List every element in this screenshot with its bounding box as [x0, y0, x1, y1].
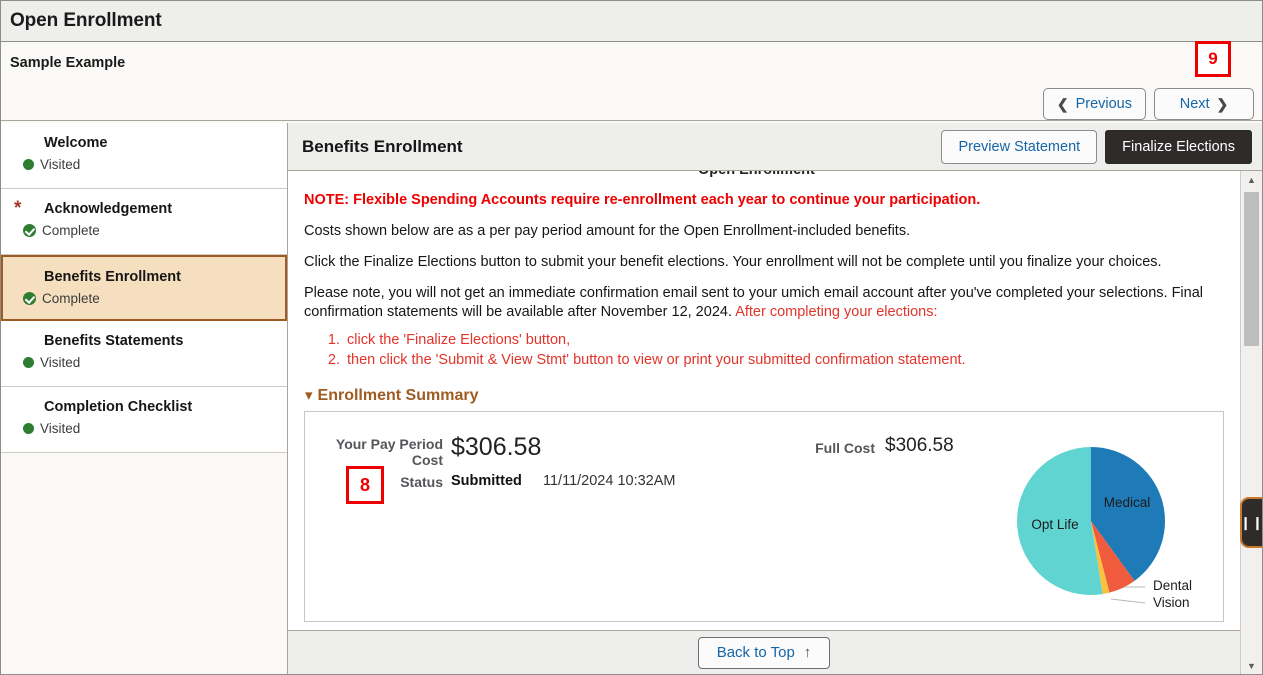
sidebar-item-status: Complete	[23, 223, 277, 238]
annotation-marker-9: 9	[1195, 41, 1231, 77]
check-circle-icon	[23, 224, 36, 237]
chevron-left-icon: ❮	[1056, 95, 1069, 112]
sidebar-item-label: Acknowledgement	[44, 201, 173, 217]
panel-collapse-handle[interactable]: ❙❙	[1240, 497, 1262, 548]
arrow-up-icon: ↑	[803, 644, 812, 661]
full-cost-value: $306.58	[885, 435, 954, 456]
clipped-text: Open Enrollment	[698, 171, 815, 178]
wizard-nav-buttons: ❮ Previous Next ❯	[1042, 88, 1254, 120]
back-to-top-label: Back to Top	[716, 644, 795, 661]
dot-icon	[23, 423, 34, 434]
previous-button-label: Previous	[1075, 96, 1132, 112]
confirmation-text-red: After completing your elections:	[735, 304, 938, 320]
required-asterisk-icon: *	[14, 198, 22, 219]
main-panel: Benefits Enrollment Preview Statement Fi…	[288, 123, 1262, 674]
main-panel-header: Benefits Enrollment Preview Statement Fi…	[288, 123, 1262, 171]
sidebar-item-status-label: Visited	[40, 355, 81, 370]
sidebar-item-label: Benefits Enrollment	[44, 269, 181, 285]
costs-paragraph: Costs shown below are as a per pay perio…	[304, 223, 911, 239]
main-panel-footer: Back to Top ↑	[288, 630, 1240, 674]
back-to-top-button[interactable]: Back to Top ↑	[697, 636, 831, 669]
sidebar-item-status: Complete	[23, 291, 275, 306]
sidebar-item-welcome[interactable]: Welcome Visited	[1, 123, 287, 189]
sidebar-item-acknowledgement[interactable]: * Acknowledgement Complete	[1, 189, 287, 255]
sidebar-item-status: Visited	[23, 355, 277, 370]
scrollbar-thumb[interactable]	[1244, 192, 1259, 346]
pie-label-dental: Dental	[1153, 578, 1192, 593]
sidebar-item-label: Benefits Statements	[44, 333, 184, 349]
sidebar-item-completion-checklist[interactable]: Completion Checklist Visited	[1, 387, 287, 453]
enrollment-summary-title: Enrollment Summary	[317, 387, 479, 404]
sidebar-item-status: Visited	[23, 421, 277, 436]
sidebar-item-benefits-enrollment[interactable]: Benefits Enrollment Complete	[1, 255, 287, 321]
pay-period-cost-label: Your Pay Period Cost	[335, 436, 443, 468]
pause-bars-icon: ❙❙	[1240, 514, 1262, 530]
wizard-sidebar: Welcome Visited * Acknowledgement Comple…	[1, 123, 288, 674]
annotation-marker-8: 8	[346, 466, 384, 504]
sidebar-item-status-label: Visited	[40, 421, 81, 436]
finalize-elections-button[interactable]: Finalize Elections	[1105, 130, 1252, 164]
sidebar-item-status-label: Visited	[40, 157, 81, 172]
pie-callout-line-vision	[1110, 598, 1146, 604]
pie-label-vision: Vision	[1153, 595, 1190, 610]
window-title: Open Enrollment	[10, 10, 162, 31]
chevron-right-icon: ❯	[1216, 95, 1229, 112]
list-item: then click the 'Submit & View Stmt' butt…	[344, 350, 1226, 370]
previous-button[interactable]: ❮ Previous	[1042, 88, 1146, 120]
chevron-down-icon: ▾	[305, 387, 313, 404]
enrollment-summary-section-header[interactable]: ▾ Enrollment Summary	[305, 387, 1226, 405]
content-scrollbar[interactable]: ▲ ▼	[1240, 171, 1262, 674]
next-button[interactable]: Next ❯	[1154, 88, 1254, 120]
status-timestamp: 11/11/2024 10:32AM	[543, 473, 676, 489]
scroll-down-arrow-icon[interactable]: ▼	[1241, 657, 1262, 674]
enrollment-cost-pie-chart: Medical Opt Life Dental Vision	[993, 429, 1217, 619]
preview-statement-button[interactable]: Preview Statement	[941, 130, 1098, 164]
sidebar-empty-area	[1, 453, 287, 674]
full-cost-label: Full Cost	[815, 440, 875, 456]
sidebar-item-benefits-statements[interactable]: Benefits Statements Visited	[1, 321, 287, 387]
window-titlebar: Open Enrollment	[1, 1, 1262, 42]
page-body: Welcome Visited * Acknowledgement Comple…	[1, 123, 1262, 674]
status-label: Status	[400, 474, 443, 490]
sidebar-item-status-label: Complete	[42, 223, 100, 238]
enrollment-summary-panel: Your Pay Period Cost $306.58 Full Cost $3…	[304, 411, 1224, 622]
clipped-scrolled-text: Open Enrollment	[302, 171, 1226, 183]
main-panel-actions: Preview Statement Finalize Elections	[941, 130, 1252, 164]
confirmation-paragraph: Please note, you will not get an immedia…	[304, 284, 1226, 322]
sidebar-item-label: Welcome	[44, 135, 108, 151]
pie-chart-svg: Medical Opt Life Dental Vision	[1017, 447, 1192, 610]
open-enrollment-window: Open Enrollment Sample Example ❮ Previou…	[0, 0, 1263, 675]
pie-label-opt-life: Opt Life	[1031, 517, 1078, 532]
scroll-up-arrow-icon[interactable]: ▲	[1241, 171, 1262, 188]
dot-icon	[23, 357, 34, 368]
page-subtitle: Sample Example	[10, 55, 126, 71]
check-circle-icon	[23, 292, 36, 305]
main-content: Open Enrollment NOTE: Flexible Spending …	[288, 171, 1240, 630]
finalize-paragraph: Click the Finalize Elections button to s…	[304, 254, 1162, 270]
pie-label-medical: Medical	[1104, 495, 1151, 510]
elections-steps-list: click the 'Finalize Elections' button, t…	[302, 330, 1226, 370]
sidebar-item-label: Completion Checklist	[44, 399, 193, 415]
fsa-note: NOTE: Flexible Spending Accounts require…	[304, 192, 981, 208]
subheader: Sample Example ❮ Previous Next ❯	[1, 42, 1262, 121]
status-value: Submitted	[451, 473, 522, 489]
dot-icon	[23, 159, 34, 170]
sidebar-item-status-label: Complete	[42, 291, 100, 306]
pay-period-cost-value: $306.58	[451, 433, 542, 461]
page-title: Benefits Enrollment	[302, 136, 463, 156]
list-item: click the 'Finalize Elections' button,	[344, 330, 1226, 350]
next-button-label: Next	[1179, 96, 1210, 112]
sidebar-item-status: Visited	[23, 157, 277, 172]
